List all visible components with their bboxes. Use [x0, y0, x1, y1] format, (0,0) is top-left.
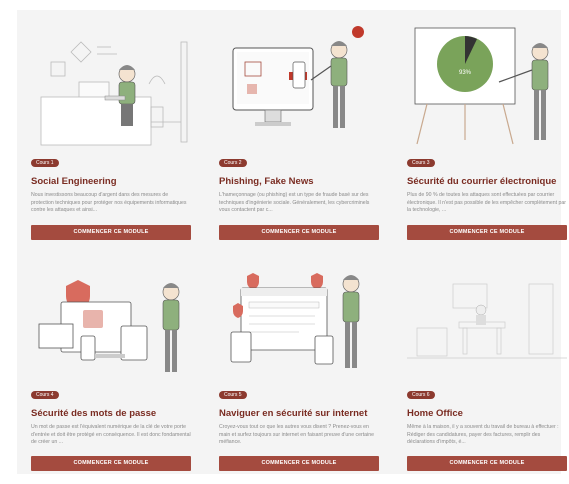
course-badge: Cours 4 — [31, 391, 59, 399]
man-at-desk-illustration — [40, 41, 188, 146]
course-description: L'hameçonnage (ou phishing) est un type … — [219, 192, 370, 213]
course-badge: Cours 2 — [219, 159, 247, 167]
course-description: Nous investissons beaucoup d'argent dans… — [31, 192, 187, 213]
start-module-button[interactable]: COMMENCER CE MODULE — [219, 456, 379, 471]
start-module-button[interactable]: COMMENCER CE MODULE — [407, 456, 567, 471]
locked-devices-illustration — [38, 280, 180, 372]
course-description: Croyez-vous tout ce que les autres vous … — [219, 424, 374, 445]
course-description: Un mot de passe est l'équivalent numériq… — [31, 424, 191, 445]
start-module-button[interactable]: COMMENCER CE MODULE — [31, 225, 191, 240]
home-office-illustration — [407, 283, 567, 359]
phishing-monitor-illustration — [232, 26, 364, 128]
start-module-button[interactable]: COMMENCER CE MODULE — [31, 456, 191, 471]
course-badge: Cours 1 — [31, 159, 59, 167]
pie-chart-presentation-illustration: 93% — [414, 27, 549, 145]
start-module-button[interactable]: COMMENCER CE MODULE — [407, 225, 567, 240]
course-title[interactable]: Sécurité du courrier électronique — [407, 176, 556, 187]
course-title[interactable]: Sécurité des mots de passe — [31, 408, 156, 419]
course-grid: Cours 1 Social Engineering Nous investis… — [17, 10, 567, 474]
course-description: Même à la maison, il y a souvent du trav… — [407, 424, 559, 445]
secure-browser-illustration — [230, 273, 360, 368]
pie-percentage-label: 93% — [459, 70, 472, 76]
course-badge: Cours 6 — [407, 391, 435, 399]
course-description: Plus de 90 % de toutes les attaques sont… — [407, 192, 567, 213]
course-badge: Cours 3 — [407, 159, 435, 167]
course-title[interactable]: Phishing, Fake News — [219, 176, 314, 187]
course-title[interactable]: Naviguer en sécurité sur internet — [219, 408, 367, 419]
course-title[interactable]: Social Engineering — [31, 176, 117, 187]
course-badge: Cours 5 — [219, 391, 247, 399]
course-title[interactable]: Home Office — [407, 408, 463, 419]
start-module-button[interactable]: COMMENCER CE MODULE — [219, 225, 379, 240]
